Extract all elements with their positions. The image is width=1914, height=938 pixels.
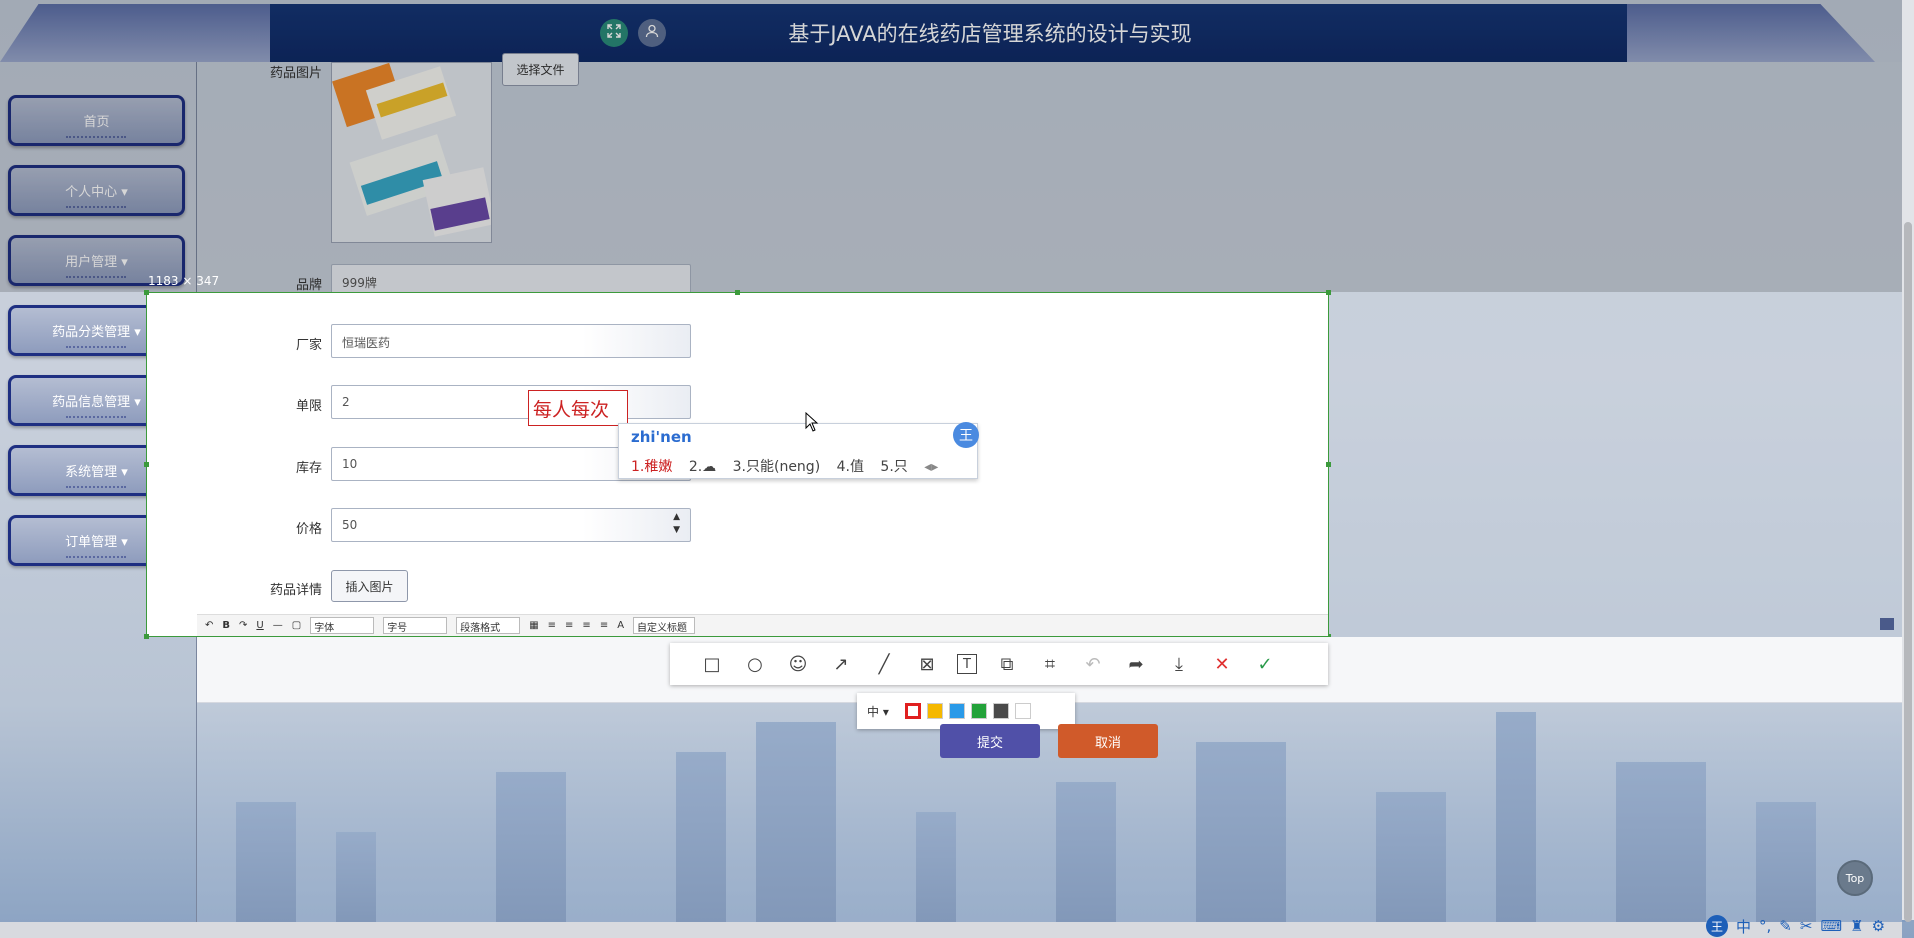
submit-button[interactable]: 提交 [940, 724, 1040, 758]
sidebar-item-label: 药品信息管理 ▾ [52, 395, 141, 410]
pin-icon[interactable]: ⧉ [994, 651, 1020, 677]
hr-icon[interactable]: — [273, 620, 283, 631]
screenshot-toolbar: □ ○ ☺ ↗ ╱ ⊠ T ⧉ ⌗ ↶ ➦ ⤓ ✕ ✓ [670, 643, 1328, 685]
selection-handle[interactable] [144, 634, 149, 639]
selection-handle[interactable] [144, 462, 149, 467]
mosaic-tool-icon[interactable]: ⊠ [914, 651, 940, 677]
align-center-icon[interactable]: ≡ [565, 620, 573, 631]
limit-label: 单限 [295, 399, 322, 414]
editor-toolbar: ↶ B ↷ U — ▢ 字体 字号 段落格式 ▦ ≡ ≡ ≡ ≡ A 自定义标题 [197, 614, 1328, 636]
back-to-top-button[interactable]: Top [1837, 860, 1873, 896]
insert-image-button[interactable]: 插入图片 [331, 570, 408, 602]
scissors-icon[interactable]: ✂ [1800, 917, 1813, 935]
selection-handle[interactable] [1326, 462, 1331, 467]
sidebar-item-label: 药品分类管理 ▾ [52, 325, 141, 340]
close-icon[interactable]: ✕ [1209, 651, 1235, 677]
font-color-icon[interactable]: A [617, 620, 624, 631]
sidebar-item-label: 系统管理 ▾ [65, 465, 128, 480]
color-swatch-red[interactable] [904, 703, 921, 719]
align-left-icon[interactable]: ≡ [548, 620, 556, 631]
paste-icon[interactable]: ▢ [292, 620, 301, 631]
ime-tray: 王 中 °, ✎ ✂ ⌨ ♜ ⚙ [1700, 914, 1914, 938]
redo-icon[interactable]: ↷ [239, 620, 247, 631]
custom-heading-select[interactable]: 自定义标题 [633, 617, 696, 634]
paragraph-select[interactable]: 段落格式 [456, 617, 521, 634]
mouse-cursor-icon [805, 411, 819, 436]
cancel-button[interactable]: 取消 [1058, 724, 1158, 758]
underline-icon[interactable]: U [256, 620, 263, 631]
price-label: 价格 [295, 522, 322, 537]
color-swatch-white[interactable] [1014, 703, 1031, 719]
size-select[interactable]: 字号 [383, 617, 448, 634]
confirm-icon[interactable]: ✓ [1252, 651, 1278, 677]
color-swatch-blue[interactable] [948, 703, 965, 719]
undo-icon[interactable]: ↶ [1080, 651, 1106, 677]
color-swatch-yellow[interactable] [926, 703, 943, 719]
share-icon[interactable]: ➦ [1123, 651, 1149, 677]
price-value: 50 [342, 518, 358, 532]
text-tool-icon[interactable]: T [957, 654, 977, 674]
ocr-icon[interactable]: ⌗ [1037, 651, 1063, 677]
editor-resize-icon[interactable] [1880, 618, 1894, 630]
bold-icon[interactable]: B [222, 620, 230, 631]
ellipse-tool-icon[interactable]: ○ [742, 651, 768, 677]
align-right-icon[interactable]: ≡ [582, 620, 590, 631]
sidebar-item-label: 订单管理 ▾ [65, 535, 128, 550]
ime-candidates: 1.稚嫩 2.☁ 3.只能(neng) 4.值 5.只 ◂▸ [631, 456, 950, 476]
font-select[interactable]: 字体 [310, 617, 375, 634]
screenshot-dim-overlay [0, 0, 1914, 292]
manufacturer-input[interactable]: 恒瑞医药 [331, 324, 691, 358]
ime-logo: 王 [953, 422, 979, 448]
spinner-icon[interactable]: ▲ ▼ [673, 511, 680, 537]
font-size-select[interactable]: 中 ▾ [867, 703, 889, 720]
skin-icon[interactable]: ♜ [1850, 917, 1863, 935]
ime-candidate[interactable]: 5.只 [880, 459, 907, 475]
stock-label: 库存 [295, 461, 322, 476]
text-annotation[interactable]: 每人每次 [528, 390, 628, 426]
keyboard-icon[interactable]: ⌨ [1820, 917, 1842, 935]
ime-candidate[interactable]: 4.值 [837, 459, 864, 475]
rectangle-tool-icon[interactable]: □ [699, 651, 725, 677]
color-swatch-green[interactable] [970, 703, 987, 719]
ime-tray-logo[interactable]: 王 [1706, 915, 1728, 937]
selection-handle[interactable] [144, 290, 149, 295]
ime-lang[interactable]: 中 [1736, 916, 1751, 937]
punctuation-icon[interactable]: °, [1759, 917, 1771, 935]
scrollbar-thumb[interactable] [1904, 222, 1912, 922]
ime-candidate[interactable]: 3.只能(neng) [733, 459, 821, 475]
justify-icon[interactable]: ≡ [600, 620, 608, 631]
ime-candidate[interactable]: 2.☁ [689, 459, 716, 475]
horizontal-scrollbar[interactable] [0, 922, 1902, 938]
limit-input[interactable]: 2 [331, 385, 691, 419]
pen-icon[interactable]: ✎ [1779, 917, 1792, 935]
settings-icon[interactable]: ⚙ [1872, 917, 1885, 935]
ime-page-arrows-icon[interactable]: ◂▸ [924, 459, 938, 475]
ime-candidate[interactable]: 1.稚嫩 [631, 459, 672, 475]
detail-label: 药品详情 [269, 583, 322, 598]
ime-candidate-popup: zhi'nen 1.稚嫩 2.☁ 3.只能(neng) 4.值 5.只 ◂▸ 王 [618, 422, 979, 479]
selection-size-readout: 1183 × 347 [148, 274, 220, 288]
arrow-tool-icon[interactable]: ↗ [828, 651, 854, 677]
emoji-tool-icon[interactable]: ☺ [785, 651, 811, 677]
selection-handle[interactable] [1326, 290, 1331, 295]
selection-handle[interactable] [735, 290, 740, 295]
line-tool-icon[interactable]: ╱ [871, 651, 897, 677]
price-input[interactable]: 50 ▲ ▼ [331, 508, 691, 542]
download-icon[interactable]: ⤓ [1166, 651, 1192, 677]
manufacturer-label: 厂家 [295, 338, 322, 353]
undo-icon[interactable]: ↶ [205, 620, 213, 631]
ime-pinyin: zhi'nen [631, 428, 692, 446]
table-icon[interactable]: ▦ [529, 620, 538, 631]
color-swatch-gray[interactable] [992, 703, 1009, 719]
